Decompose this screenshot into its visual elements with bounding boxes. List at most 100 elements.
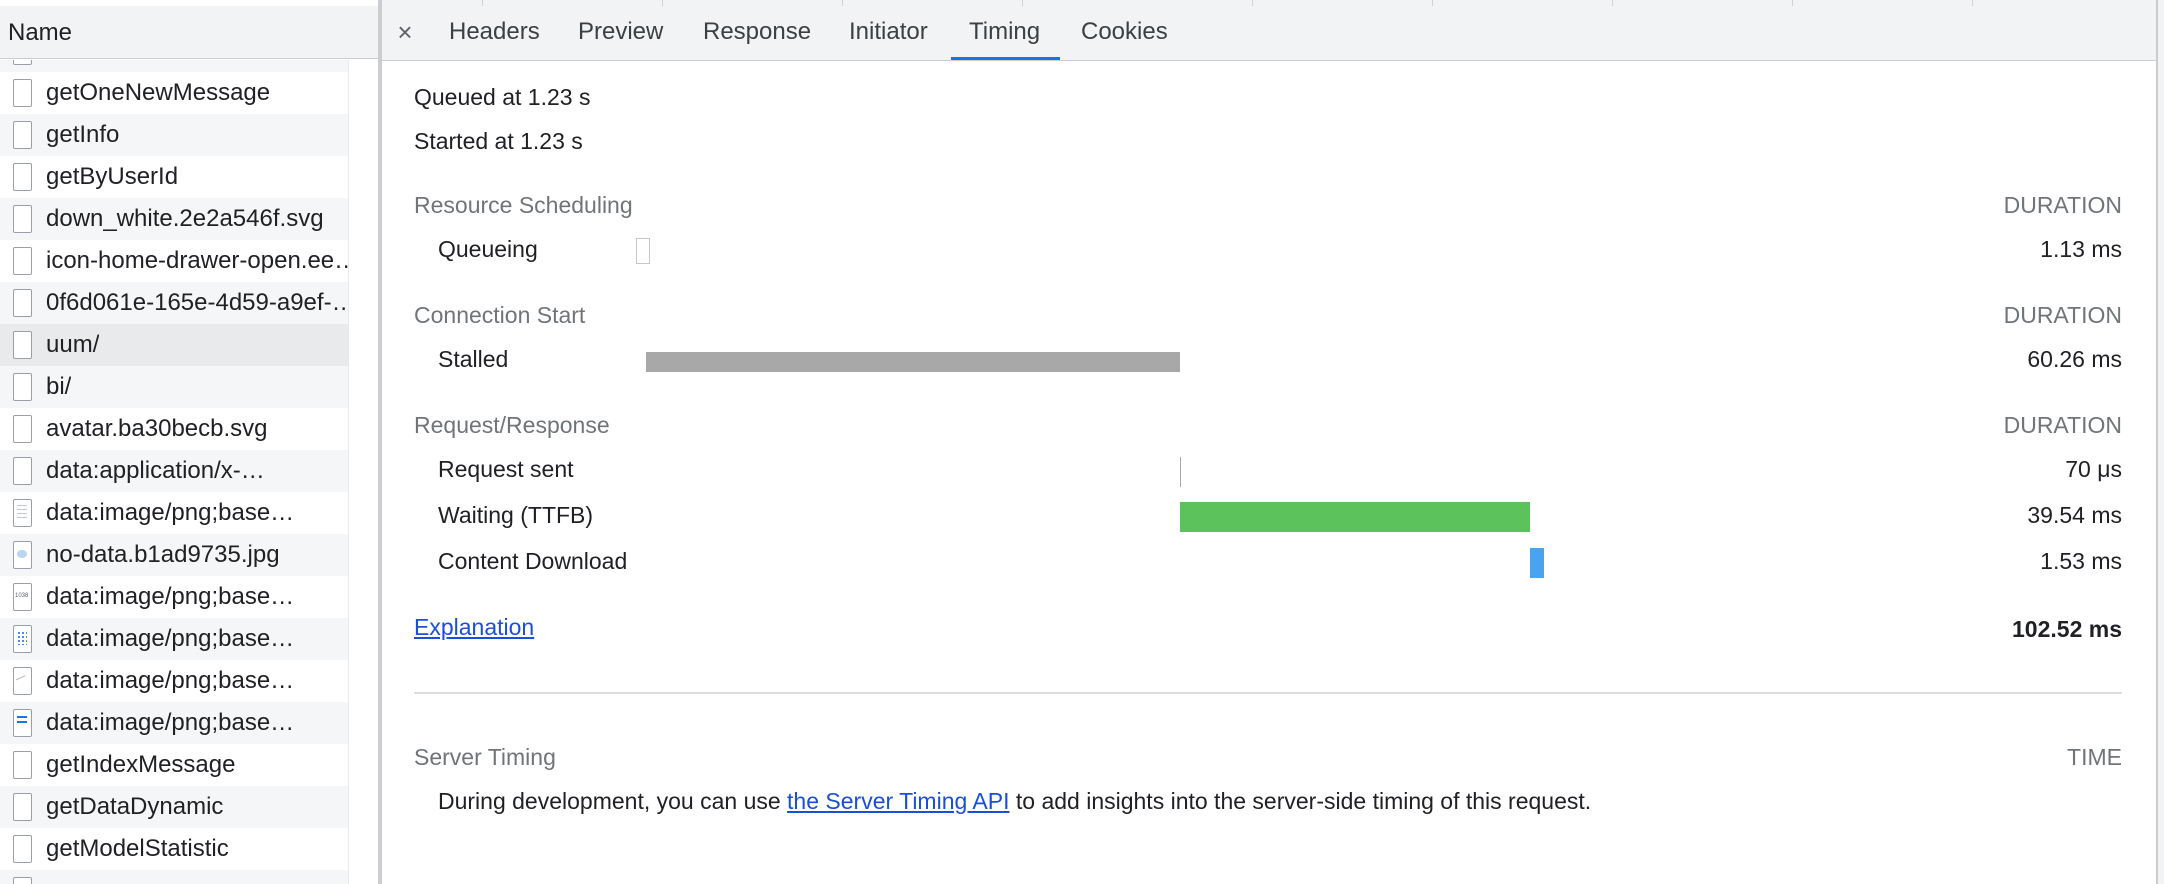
- file-icon: [13, 79, 32, 107]
- server-timing-description: During development, you can use the Serv…: [438, 788, 1591, 815]
- file-icon: [13, 289, 32, 317]
- list-item-label: getIndexMessage: [46, 751, 236, 778]
- list-item-label: getOneNewMessage: [46, 79, 271, 106]
- list-item-label: data:image/png;base…: [46, 667, 295, 694]
- list-item[interactable]: 0f6d061e-165e-4d59-a9ef-…: [0, 282, 348, 324]
- list-item-label: uum/: [46, 331, 100, 358]
- total-duration: 102.52 ms: [2012, 616, 2122, 642]
- list-item[interactable]: getModelStatistic: [0, 828, 348, 870]
- tab-response[interactable]: Response: [703, 6, 811, 60]
- list-item-label: getModelStatistic: [46, 835, 229, 862]
- duration-header: DURATION: [2003, 412, 2122, 438]
- list-item-label: avatar.ba30becb.svg: [46, 415, 268, 442]
- image-thumb-icon: [13, 583, 32, 611]
- list-item[interactable]: getByUserId: [0, 156, 348, 198]
- list-item-label: icon-home-drawer-open.ee…: [46, 247, 348, 274]
- queueing-bar: [636, 238, 650, 264]
- explanation-link[interactable]: Explanation: [414, 614, 534, 641]
- list-item[interactable]: data:image/png;base…: [0, 576, 348, 618]
- list-item-label: data:image/png;base…: [46, 499, 295, 526]
- blue-lines-image-icon: [13, 709, 32, 737]
- close-icon[interactable]: ×: [392, 6, 418, 60]
- list-item[interactable]: getOneNewMessage: [0, 72, 348, 114]
- request-list: getOneNewMessage getInfo getByUserId down_w…: [0, 60, 348, 884]
- section-divider: [414, 692, 2122, 694]
- request-details-pane: × Headers Preview Response Initiator Tim…: [382, 6, 2156, 884]
- list-item[interactable]: icon-home-drawer-open.ee…: [0, 240, 348, 282]
- section-server-timing: Server Timing: [414, 744, 556, 770]
- section-resource-scheduling: Resource Scheduling: [414, 192, 633, 218]
- list-item[interactable]: data:image/png;base…: [0, 618, 348, 660]
- file-icon: [13, 751, 32, 779]
- tab-headers[interactable]: Headers: [449, 6, 540, 60]
- list-item-label: data:image/png;base…: [46, 625, 295, 652]
- list-item-label: no-data.b1ad9735.jpg: [46, 541, 280, 568]
- list-item[interactable]: down_white.2e2a546f.svg: [0, 198, 348, 240]
- request-sent-label: Request sent: [438, 456, 574, 482]
- duration-header: DURATION: [2003, 192, 2122, 218]
- list-item-label: bi/: [46, 373, 72, 400]
- stalled-bar: [646, 352, 1180, 372]
- file-icon: [13, 121, 32, 149]
- details-tabbar: × Headers Preview Response Initiator Tim…: [382, 6, 2156, 61]
- file-icon: [13, 247, 32, 275]
- waiting-ttfb-value: 39.54 ms: [2027, 502, 2122, 528]
- list-item-label: getDataDynamic: [46, 793, 224, 820]
- list-item-label: data:image/png;base…: [46, 583, 295, 610]
- content-download-bar: [1530, 548, 1545, 578]
- stalled-value: 60.26 ms: [2027, 346, 2122, 372]
- list-item[interactable]: bi/: [0, 366, 348, 408]
- file-icon: [13, 793, 32, 821]
- right-edge-scrollbar[interactable]: [2156, 0, 2164, 884]
- list-item[interactable]: data:image/png;base…: [0, 660, 348, 702]
- started-at-text: Started at 1.23 s: [414, 128, 583, 154]
- file-icon: [13, 60, 32, 65]
- file-icon: [13, 205, 32, 233]
- list-item-label: data:application/x-…: [46, 457, 265, 484]
- list-item-label: getByUserId: [46, 163, 179, 190]
- file-icon: [13, 163, 32, 191]
- sketch-image-icon: [13, 667, 32, 695]
- section-request-response: Request/Response: [414, 412, 610, 438]
- list-item[interactable]: avatar.ba30becb.svg: [0, 408, 348, 450]
- tab-cookies[interactable]: Cookies: [1081, 6, 1168, 60]
- tab-timing[interactable]: Timing: [950, 6, 1061, 60]
- list-item[interactable]: getIndexMessage: [0, 744, 348, 786]
- name-column-header[interactable]: Name: [0, 6, 378, 59]
- file-icon: [13, 457, 32, 485]
- request-list-scrollbar[interactable]: [348, 60, 378, 884]
- queued-at-text: Queued at 1.23 s: [414, 84, 591, 110]
- server-timing-api-link[interactable]: the Server Timing API: [787, 788, 1009, 814]
- document-icon: [13, 499, 32, 527]
- time-header: TIME: [2067, 744, 2122, 770]
- list-item[interactable]: getDataDynamic: [0, 786, 348, 828]
- list-item[interactable]: data:image/png;base…: [0, 492, 348, 534]
- stalled-label: Stalled: [438, 346, 509, 372]
- list-item[interactable]: [0, 870, 348, 884]
- list-item[interactable]: data:application/x-…: [0, 450, 348, 492]
- waiting-ttfb-label: Waiting (TTFB): [438, 502, 594, 528]
- request-sent-value: 70 μs: [2065, 456, 2122, 482]
- file-icon: [13, 835, 32, 863]
- image-icon: [13, 541, 32, 569]
- waiting-ttfb-bar: [1180, 502, 1531, 532]
- list-item[interactable]: data:image/png;base…: [0, 702, 348, 744]
- list-item[interactable]: [0, 60, 348, 72]
- list-item-label: 0f6d061e-165e-4d59-a9ef-…: [46, 289, 348, 316]
- content-download-value: 1.53 ms: [2040, 548, 2122, 574]
- list-item[interactable]: uum/: [0, 324, 348, 366]
- tab-initiator[interactable]: Initiator: [849, 6, 928, 60]
- duration-header: DURATION: [2003, 302, 2122, 328]
- queueing-value: 1.13 ms: [2040, 236, 2122, 262]
- list-item-label: data:image/png;base…: [46, 709, 295, 736]
- queueing-label: Queueing: [438, 236, 538, 262]
- list-item-label: getInfo: [46, 121, 120, 148]
- request-sent-bar: [1179, 457, 1181, 487]
- file-icon: [13, 415, 32, 443]
- request-list-pane: Name getOneNewMessage getInfo getByUserId d…: [0, 0, 382, 884]
- server-timing-text-after: to add insights into the server-side tim…: [1009, 788, 1592, 814]
- list-item[interactable]: no-data.b1ad9735.jpg: [0, 534, 348, 576]
- file-icon: [13, 877, 32, 884]
- tab-preview[interactable]: Preview: [578, 6, 663, 60]
- list-item[interactable]: getInfo: [0, 114, 348, 156]
